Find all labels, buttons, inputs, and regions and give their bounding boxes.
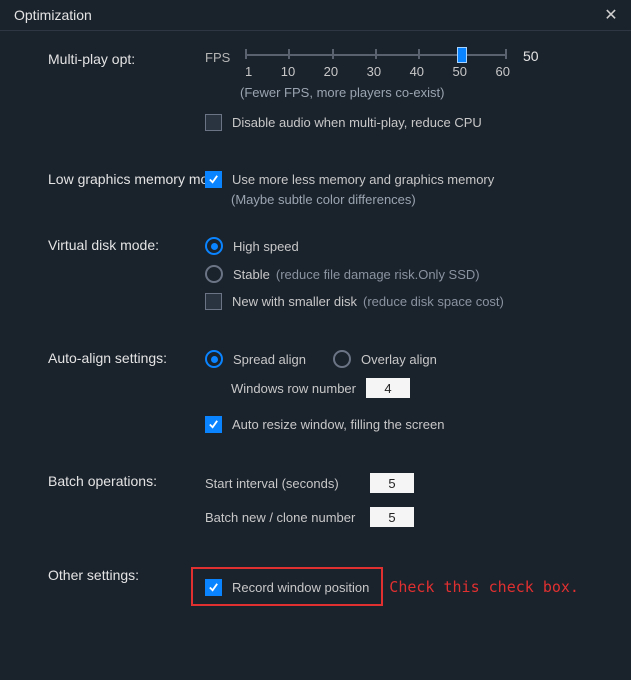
align-label: Auto-align settings:: [0, 350, 205, 443]
tick-label: 50: [453, 64, 467, 79]
fps-label: FPS: [205, 48, 245, 65]
section-other: Other settings: Record window position C…: [0, 567, 621, 606]
lowgfx-label: Low graphics memory mode:: [0, 171, 205, 207]
tick-label: 1: [245, 64, 252, 79]
start-interval-label: Start interval (seconds): [205, 476, 360, 491]
align-spread-radio[interactable]: [205, 350, 223, 368]
lowgfx-hint: (Maybe subtle color differences): [231, 192, 621, 207]
disable-audio-checkbox[interactable]: [205, 114, 222, 131]
vdisk-newsmaller-checkbox[interactable]: [205, 293, 222, 310]
batch-label: Batch operations:: [0, 473, 205, 537]
start-interval-input[interactable]: [370, 473, 414, 493]
tick-label: 40: [410, 64, 424, 79]
annotation-text: Check this check box.: [389, 578, 579, 596]
align-overlay-radio[interactable]: [333, 350, 351, 368]
windows-row-label: Windows row number: [231, 381, 356, 396]
lowgfx-checkbox[interactable]: [205, 171, 222, 188]
vdisk-newsmaller-hint: (reduce disk space cost): [363, 294, 504, 309]
fps-current-value: 50: [523, 48, 539, 64]
highlight-box: Record window position: [191, 567, 383, 606]
titlebar: Optimization ✕: [0, 0, 631, 31]
windows-row-input[interactable]: [366, 378, 410, 398]
vdisk-newsmaller-label: New with smaller disk: [232, 294, 357, 309]
tick-label: 60: [495, 64, 509, 79]
section-lowgfx: Low graphics memory mode: Use more less …: [0, 171, 621, 207]
window-title: Optimization: [14, 7, 92, 23]
other-label: Other settings:: [0, 567, 205, 606]
vdisk-stable-label: Stable: [233, 267, 270, 282]
section-align: Auto-align settings: Spread align Overla…: [0, 350, 621, 443]
vdisk-stable-hint: (reduce file damage risk.Only SSD): [276, 267, 480, 282]
content: Multi-play opt: FPS 1 10: [0, 31, 631, 646]
clone-number-input[interactable]: [370, 507, 414, 527]
vdisk-highspeed-radio[interactable]: [205, 237, 223, 255]
align-overlay-label: Overlay align: [361, 352, 437, 367]
multiplay-label: Multi-play opt:: [0, 51, 205, 141]
auto-resize-label: Auto resize window, filling the screen: [232, 417, 444, 432]
tick-label: 20: [324, 64, 338, 79]
record-position-checkbox[interactable]: [205, 579, 222, 596]
lowgfx-check-label: Use more less memory and graphics memory: [232, 172, 494, 187]
section-vdisk: Virtual disk mode: High speed Stable (re…: [0, 237, 621, 320]
disable-audio-label: Disable audio when multi-play, reduce CP…: [232, 115, 482, 130]
section-batch: Batch operations: Start interval (second…: [0, 473, 621, 537]
clone-number-label: Batch new / clone number: [205, 510, 360, 525]
close-icon[interactable]: ✕: [601, 5, 621, 25]
vdisk-stable-radio[interactable]: [205, 265, 223, 283]
vdisk-highspeed-label: High speed: [233, 239, 299, 254]
vdisk-label: Virtual disk mode:: [0, 237, 205, 320]
tick-label: 30: [367, 64, 381, 79]
align-spread-label: Spread align: [233, 352, 333, 367]
record-position-label: Record window position: [232, 580, 369, 595]
section-multiplay: Multi-play opt: FPS 1 10: [0, 51, 621, 141]
auto-resize-checkbox[interactable]: [205, 416, 222, 433]
tick-label: 10: [281, 64, 295, 79]
fps-slider[interactable]: 1 10 20 30 40 50 60: [245, 48, 505, 79]
fps-hint: (Fewer FPS, more players co-exist): [240, 85, 621, 100]
